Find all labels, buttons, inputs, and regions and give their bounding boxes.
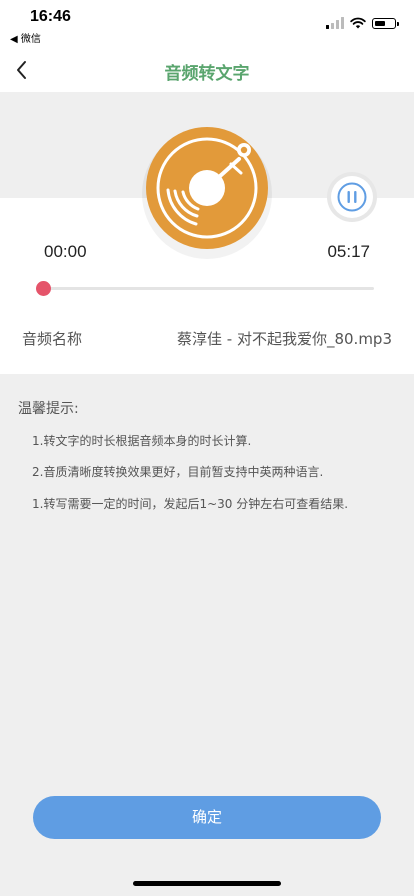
progress-thumb[interactable] (36, 281, 51, 296)
home-indicator (133, 881, 281, 886)
tip-item: 2.音质清晰度转换效果更好，目前暂支持中英两种语言. (32, 465, 324, 479)
tips-title: 温馨提示: (18, 401, 79, 417)
vinyl-record-icon (145, 126, 269, 250)
total-duration: 05:17 (327, 242, 370, 261)
audio-name-value: 蔡淳佳 - 对不起我爱你_80.mp3 (177, 330, 392, 348)
status-icons (326, 14, 399, 33)
battery-level-fill (374, 20, 385, 26)
status-bar: 16:46 ◀ 微信 (0, 0, 414, 48)
signal-icon (326, 14, 344, 33)
page-title: 音频转文字 (164, 64, 250, 84)
battery-icon (372, 18, 399, 29)
tip-item: 1.转写需要一定的时间，发起后1~30 分钟左右可查看结果. (32, 497, 349, 511)
pause-button[interactable] (331, 176, 373, 218)
current-time: 00:00 (44, 242, 87, 261)
status-time: 16:46 (30, 8, 71, 25)
confirm-button[interactable]: 确定 (33, 796, 381, 839)
progress-track[interactable] (44, 287, 374, 290)
back-to-app-link[interactable]: ◀ 微信 (10, 30, 41, 45)
pause-icon (331, 182, 373, 222)
wifi-icon (350, 14, 366, 33)
tip-item: 1.转文字的时长根据音频本身的时长计算. (32, 434, 252, 448)
audio-name-label: 音频名称 (22, 330, 83, 348)
nav-bar: 音频转文字 (0, 48, 414, 92)
